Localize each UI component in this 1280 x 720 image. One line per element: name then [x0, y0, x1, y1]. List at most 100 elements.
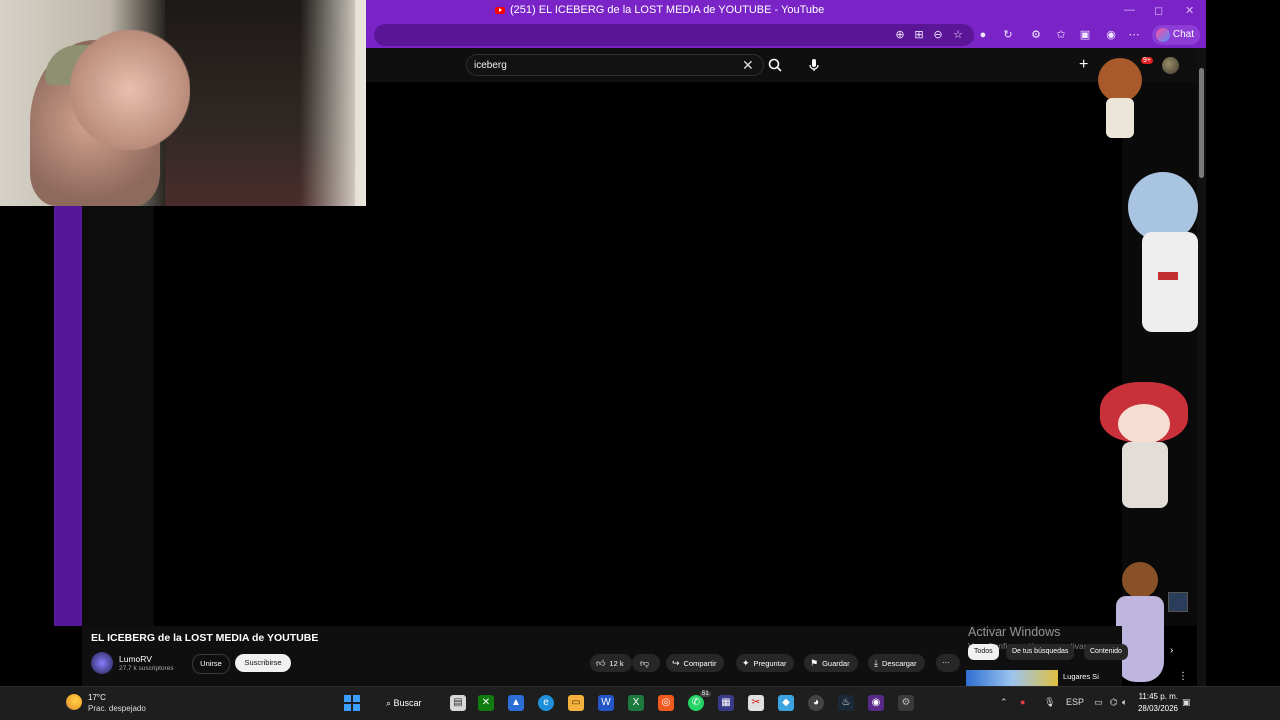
search-box[interactable] — [466, 54, 764, 76]
origin-icon[interactable]: ◎ — [658, 695, 674, 711]
mascot-red-hair[interactable] — [1100, 382, 1188, 508]
favorites-icon[interactable]: ✩ — [1054, 28, 1068, 42]
app-blue-icon[interactable]: ◆ — [778, 695, 794, 711]
bookmark-icon: ⚑ — [810, 658, 819, 668]
account-avatar[interactable] — [1162, 57, 1179, 74]
subscribe-button[interactable]: Suscribirse — [235, 654, 291, 672]
video-title: EL ICEBERG de la LOST MEDIA de YOUTUBE — [91, 632, 319, 644]
photos-icon[interactable]: ▲ — [508, 695, 524, 711]
download-icon: ⤓ — [874, 658, 878, 668]
mascot-brown-hair[interactable] — [1098, 58, 1146, 142]
tray-app-icon[interactable]: ● — [1020, 697, 1025, 707]
sparkle-icon: ✦ — [742, 658, 750, 668]
more-menu-icon[interactable]: ⋯ — [1127, 28, 1141, 42]
taskbar-search-icon: ⌕ — [386, 698, 394, 708]
ask-button[interactable]: ✦ Preguntar — [736, 654, 795, 672]
youtube-favicon-icon — [495, 6, 505, 14]
extension-gear-icon[interactable]: ⚙ — [1029, 28, 1043, 42]
clear-search-icon[interactable]: ✕ — [742, 57, 754, 74]
chip-searches[interactable]: De tus búsquedas — [1006, 644, 1075, 660]
clock-date[interactable]: 28/03/2026 — [1132, 704, 1178, 713]
start-windows-icon[interactable] — [344, 695, 360, 711]
steam-icon[interactable]: ♨ — [838, 695, 854, 711]
file-app-icon[interactable]: ▤ — [450, 695, 466, 711]
mascot-body — [1122, 442, 1168, 508]
create-icon[interactable]: + — [1079, 56, 1088, 74]
share-icon: ↪ — [672, 658, 680, 668]
tray-mic-icon[interactable]: 🎙︎ — [1044, 697, 1055, 708]
share-button[interactable]: ↪ Compartir — [666, 654, 725, 672]
channel-name[interactable]: LumoRV — [119, 654, 152, 664]
more-actions-button[interactable]: ⋯ — [936, 654, 960, 672]
like-count: 12 k — [609, 659, 624, 668]
word-icon[interactable]: W — [598, 695, 614, 711]
mascot-blue-hair[interactable] — [1128, 172, 1204, 332]
mascot-head — [1122, 562, 1158, 598]
scrollbar-thumb[interactable] — [1199, 68, 1204, 178]
recommendation-title[interactable]: Lugares Si — [1063, 672, 1099, 681]
search-icon[interactable] — [767, 57, 783, 73]
file-explorer-icon[interactable]: ▭ — [568, 695, 584, 711]
save-button[interactable]: ⚑ Guardar — [804, 654, 858, 672]
maximize-button[interactable]: ◻ — [1154, 4, 1163, 17]
clock-time[interactable]: 11:45 p. m. — [1136, 692, 1178, 701]
snipping-icon[interactable]: ✂ — [748, 695, 764, 711]
mascot-body — [1142, 232, 1198, 332]
chip-content[interactable]: Contenido — [1084, 644, 1128, 660]
language-indicator[interactable]: ESP — [1066, 697, 1084, 707]
chip-todos[interactable]: Todos — [968, 644, 999, 660]
collections-icon[interactable]: ▣ — [1078, 28, 1092, 42]
excel-icon[interactable]: X — [628, 695, 644, 711]
dislike-button[interactable]: 👎︎ — [632, 654, 660, 672]
obs-icon[interactable]: ◉ — [868, 695, 884, 711]
extension-animal-icon[interactable]: ◉ — [1104, 28, 1118, 42]
tray-display-icon[interactable]: ▭ — [1094, 697, 1103, 708]
chrome-icon[interactable]: ◕ — [808, 695, 824, 711]
notifications-icon[interactable]: ▣ — [1182, 697, 1191, 708]
extension-icon[interactable]: ● — [976, 28, 990, 42]
join-button[interactable]: Unirse — [192, 654, 230, 674]
thumbs-down-icon: 👎︎ — [640, 658, 650, 668]
store-icon[interactable]: ▦ — [718, 695, 734, 711]
zoom-icon[interactable]: ⊖ — [931, 28, 945, 42]
recommendations-column — [1122, 82, 1200, 626]
search-input[interactable]: iceberg — [474, 60, 507, 71]
channel-avatar[interactable] — [91, 652, 113, 674]
network-icon[interactable]: ⌬ — [1110, 697, 1118, 708]
recommendation-thumbnail[interactable] — [966, 670, 1058, 686]
download-button[interactable]: ⤓ Descargar — [868, 654, 925, 672]
weather-icon[interactable] — [66, 694, 82, 710]
webcam-overlay — [0, 0, 366, 206]
close-button[interactable]: ✕ — [1185, 4, 1194, 17]
weather-description[interactable]: Prac. despejado — [88, 704, 146, 713]
settings-icon[interactable]: ⚙ — [898, 695, 914, 711]
refresh-extension-icon[interactable]: ↻ — [1001, 28, 1015, 42]
favorite-star-icon[interactable]: ☆ — [951, 28, 965, 42]
like-button[interactable]: 👍︎ 12 k — [590, 654, 632, 672]
microphone-icon[interactable] — [806, 57, 822, 73]
share-label: Compartir — [683, 659, 717, 668]
whatsapp-icon[interactable]: ✆ — [688, 695, 704, 711]
apps-icon[interactable]: ⊞ — [912, 28, 926, 42]
window-title-text: (251) EL ICEBERG de la LOST MEDIA de YOU… — [510, 4, 825, 16]
activate-windows-title: Activar Windows — [968, 625, 1061, 639]
taskbar-search[interactable]: ⌕ Buscar — [386, 698, 422, 709]
tray-overflow-icon[interactable]: ⌃ — [1000, 697, 1008, 708]
window-title: (251) EL ICEBERG de la LOST MEDIA de YOU… — [495, 4, 824, 16]
chip-next-icon[interactable]: › — [1170, 645, 1173, 656]
xbox-icon[interactable]: ✕ — [478, 695, 494, 711]
more-icon: ⋯ — [942, 658, 950, 667]
mascot-face — [1118, 404, 1170, 444]
copilot-icon — [1156, 28, 1170, 42]
translate-icon[interactable]: ⊕ — [893, 28, 907, 42]
edge-icon[interactable]: e — [538, 695, 554, 711]
minimize-button[interactable]: — — [1124, 4, 1135, 16]
thumbs-up-icon: 👍︎ — [596, 658, 606, 668]
download-label: Descargar — [881, 659, 917, 668]
volume-icon[interactable]: 🔈︎ — [1122, 697, 1127, 708]
whatsapp-badge: 51 — [700, 691, 711, 697]
floating-widget-icon[interactable] — [1168, 592, 1188, 612]
recommendation-menu-icon[interactable]: ⋮ — [1178, 671, 1188, 682]
weather-temperature[interactable]: 17°C — [88, 693, 106, 702]
address-bar[interactable] — [374, 24, 974, 46]
